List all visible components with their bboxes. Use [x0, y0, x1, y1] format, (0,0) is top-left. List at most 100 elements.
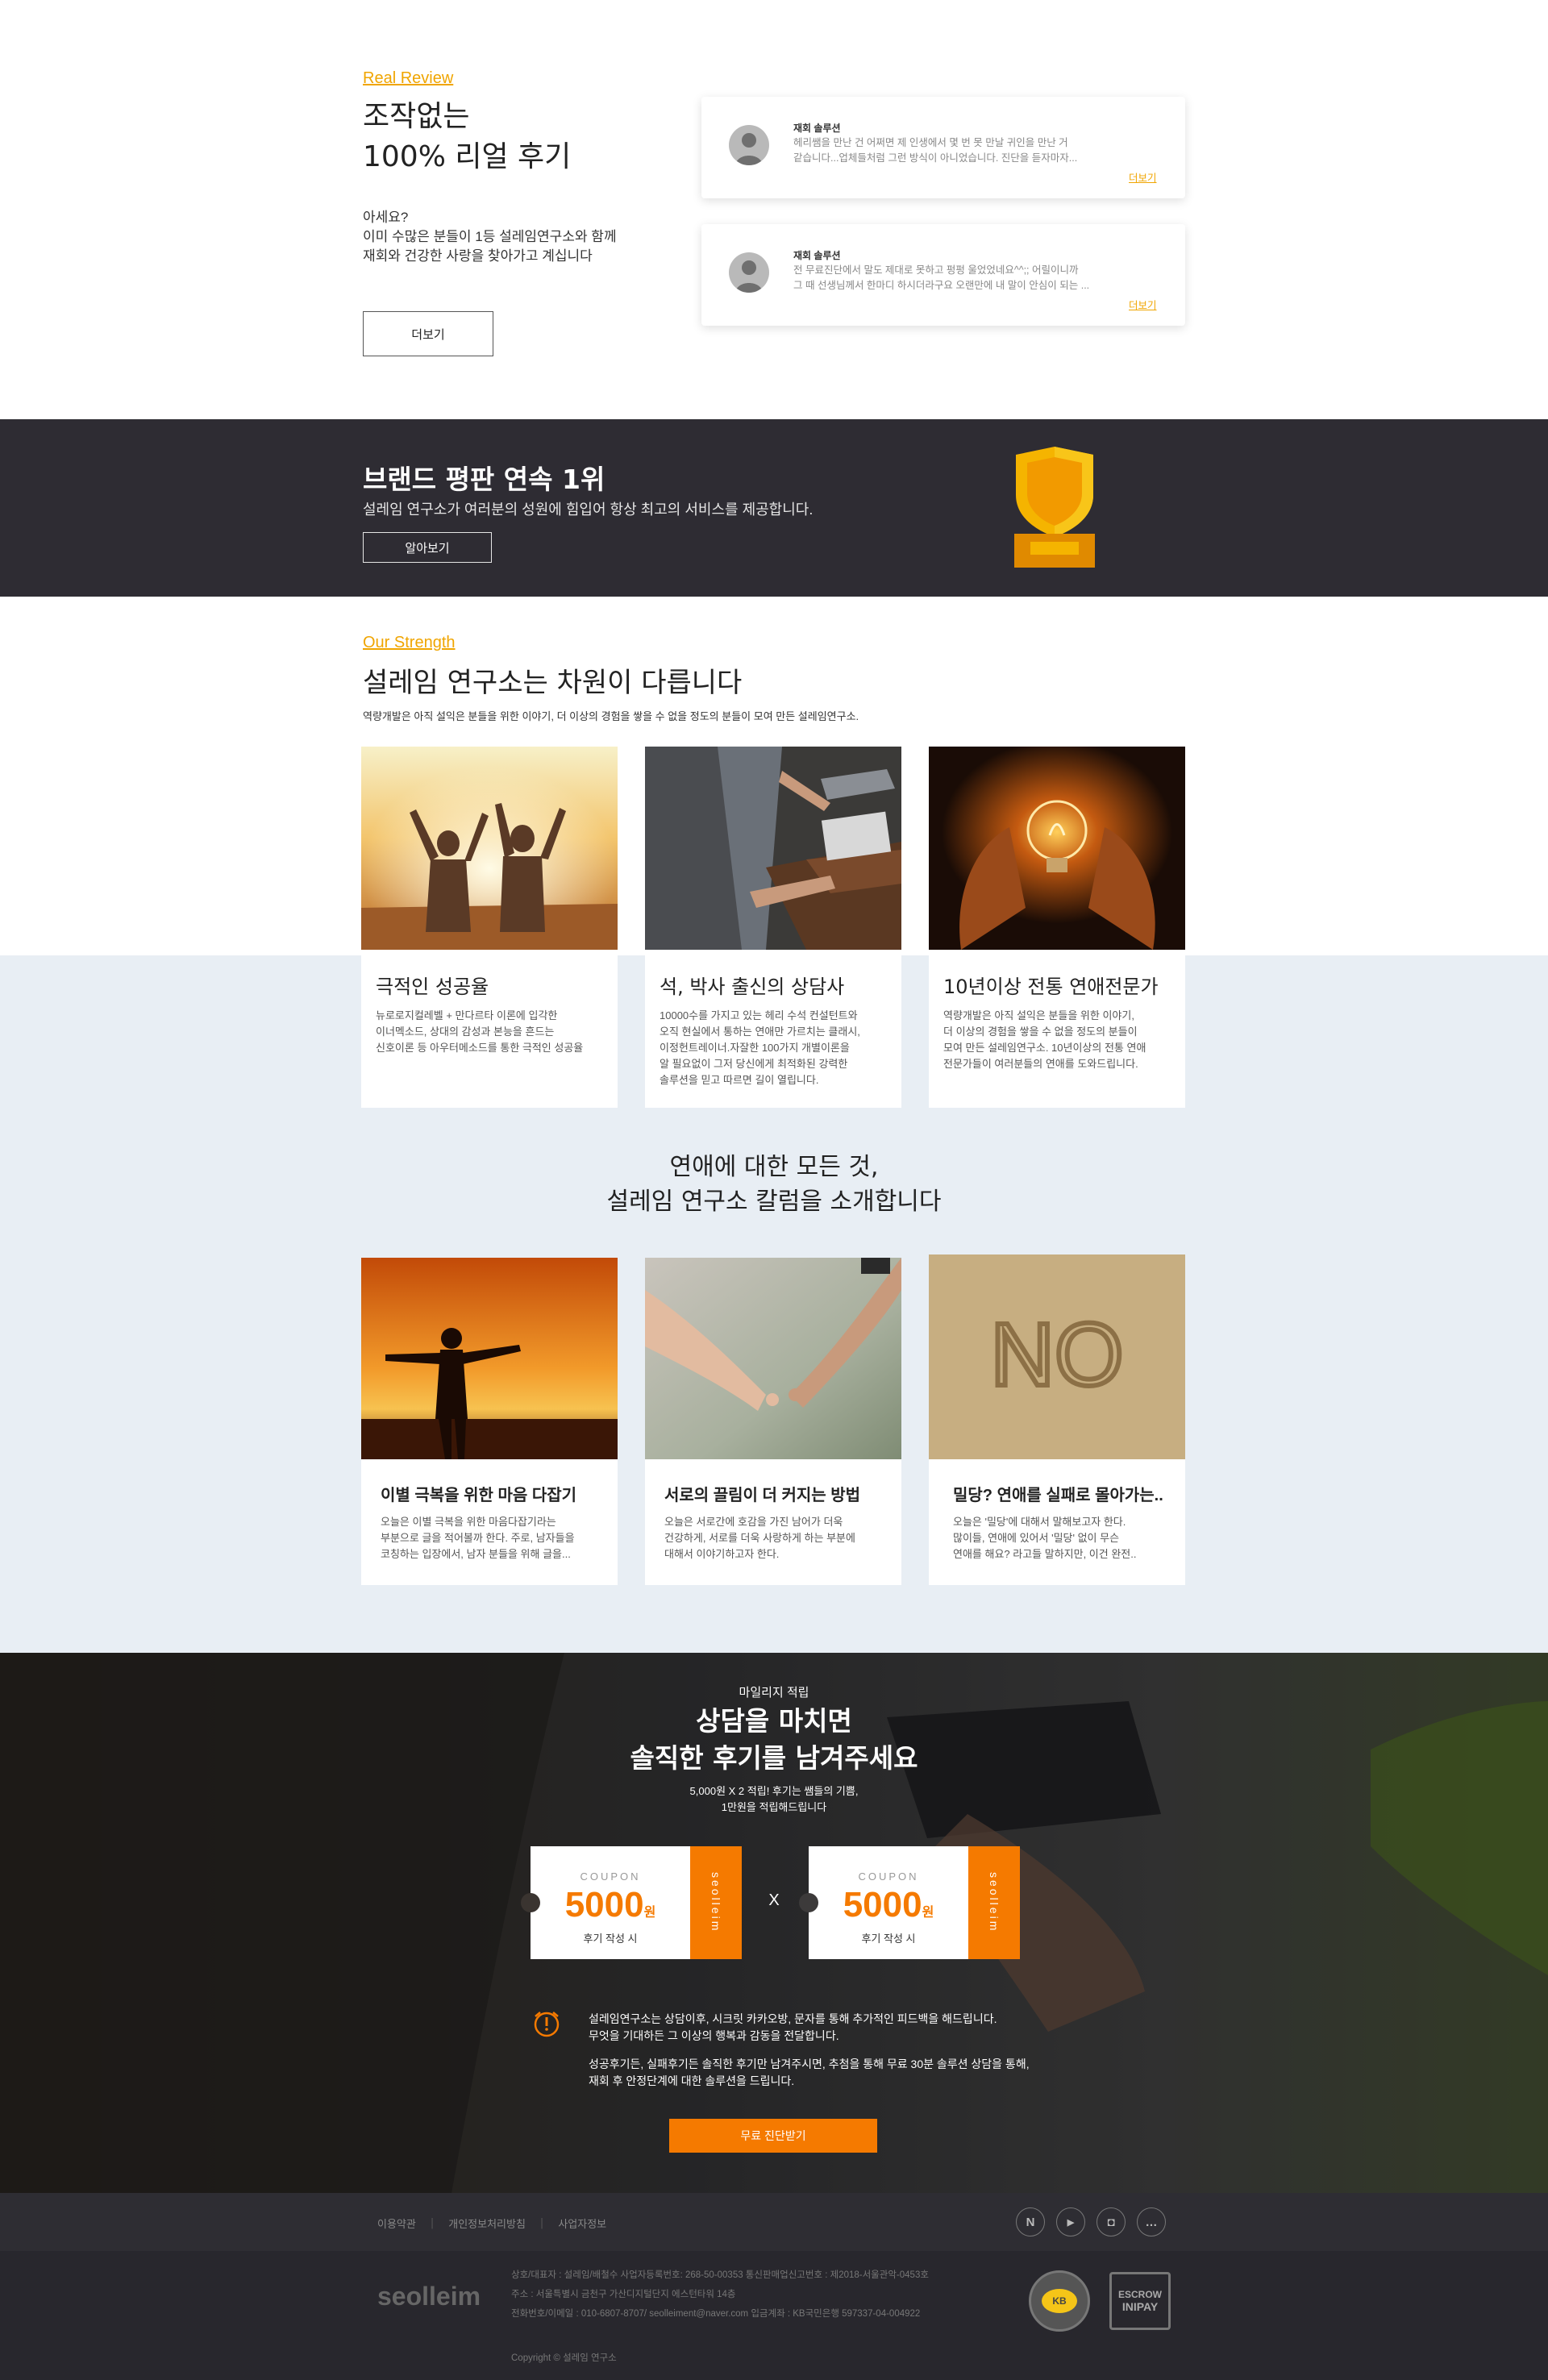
- card-text-line: 이너멕소드, 상대의 감성과 본능을 흔드는: [376, 1026, 555, 1038]
- card-image-consultation: [645, 747, 901, 950]
- coupon-description: 5,000원 X 2 적립! 후기는 쌤들의 기쁨, 1만원을 적립해드립니다: [0, 1783, 1548, 1816]
- review-text-line: 그 때 선생님께서 한마디 하시더라구요 오랜만에 내 말이 안심이 되는 ..…: [793, 280, 1090, 291]
- coupon-eyebrow: 마일리지 적립: [739, 1686, 809, 1700]
- kb-escrow-badge: KB: [1029, 2270, 1090, 2332]
- review-text-line: 전 무료진단에서 말도 제대로 못하고 펑펑 울었었네요^^;; 어릴이니까: [793, 264, 1079, 276]
- banner-subtitle: 설레임 연구소가 여러분의 성원에 힘입어 항상 최고의 서비스를 제공합니다.: [363, 501, 814, 518]
- kakao-talk-icon[interactable]: …: [1137, 2207, 1166, 2236]
- instagram-icon[interactable]: ◘: [1096, 2207, 1126, 2236]
- column-title-line2: 설레임 연구소 칼럼을 소개합니다: [606, 1188, 942, 1216]
- sand-no-text: NO: [991, 1305, 1124, 1404]
- column-card-text: 오늘은 서로간에 호감을 가진 남어가 더욱 건강하게, 서로를 더욱 사랑하게…: [664, 1514, 855, 1562]
- company-info-line: 주소 : 서울특별시 금천구 가산디지털단지 에스턴타워 14층: [511, 2290, 736, 2299]
- footer-top-bar: 이용약관 | 개인정보처리방침 | 사업자정보 N ▶ ◘ …: [0, 2193, 1548, 2251]
- review-text: 전 무료진단에서 말도 제대로 못하고 펑펑 울었었네요^^;; 어릴이니까 그…: [793, 263, 1089, 293]
- notice-text: 설레임연구소는 상담이후, 시크릿 카카오방, 문자를 통해 추가적인 피드백을…: [589, 2011, 1030, 2090]
- column-card-title: 밀당? 연애를 실패로 몰아가는..: [953, 1487, 1163, 1504]
- card-text: 뉴로로지컬레벨 + 만다르타 이론에 입각한 이너멕소드, 상대의 감성과 본능…: [376, 1008, 583, 1056]
- strength-card: 극적인 성공율 뉴로로지컬레벨 + 만다르타 이론에 입각한 이너멕소드, 상대…: [361, 747, 618, 1108]
- column-text-line: 건강하게, 서로를 더욱 사랑하게 하는 부분에: [664, 1532, 855, 1544]
- avatar: [729, 125, 769, 165]
- notice-line: 성공후기든, 실패후기든 솔직한 후기만 남겨주시면, 추첨을 통해 무료 30…: [589, 2058, 1030, 2070]
- coupon-ticket: COUPON 5000원 후기 작성 시 seolleim: [799, 1846, 1020, 1959]
- company-info-line: 상호/대표자 : 설레임/배철수 사업자등록번호: 268-50-00353 통…: [511, 2270, 929, 2280]
- strength-card: 10년이상 전통 연애전문가 역량개발은 아직 설익은 분들을 위한 이야기, …: [929, 747, 1185, 1108]
- column-card[interactable]: 서로의 끌림이 더 커지는 방법 오늘은 서로간에 호감을 가진 남어가 더욱 …: [645, 1258, 901, 1585]
- card-text-line: 10000수를 가지고 있는 헤리 수석 컨설턴트와: [660, 1009, 858, 1021]
- naver-blog-icon[interactable]: N: [1016, 2207, 1045, 2236]
- footer-links: 이용약관 | 개인정보처리방침 | 사업자정보: [377, 2216, 606, 2231]
- review-name: 재회 솔루션: [793, 123, 841, 134]
- inipay-escrow-badge: ESCROW INIPAY: [1109, 2272, 1171, 2330]
- coupon-amount-value: 5000: [564, 1885, 644, 1924]
- card-text-line: 전문가들이 여러분들의 연애를 도와드립니다.: [943, 1058, 1138, 1070]
- column-title-line1: 연애에 대한 모든 것,: [669, 1153, 879, 1181]
- column-title: 연애에 대한 모든 것, 설레임 연구소 칼럼을 소개합니다: [0, 1150, 1548, 1219]
- coupon-desc-line2: 1만원을 적립해드립니다: [721, 1801, 827, 1813]
- coupon-won: 원: [643, 1906, 656, 1920]
- review-desc-line2: 이미 수많은 분들이 1등 설레임연구소와 함께: [363, 229, 617, 244]
- kb-badge-inner: KB: [1042, 2289, 1077, 2313]
- strength-section: Our Strength 설레임 연구소는 차원이 다릅니다 역량개발은 아직 …: [0, 597, 1548, 1653]
- review-name: 재회 솔루션: [793, 250, 841, 261]
- alert-clock-icon: [532, 2009, 561, 2038]
- coupon-stub: seolleim: [690, 1846, 742, 1959]
- review-desc-line3: 재회와 건강한 사랑을 찾아가고 계십니다: [363, 248, 593, 264]
- card-text-line: 뉴로로지컬레벨 + 만다르타 이론에 입각한: [376, 1009, 558, 1021]
- card-text-line: 솔루션을 믿고 따르면 길이 열립니다.: [660, 1074, 819, 1086]
- business-info-link[interactable]: 사업자정보: [558, 2216, 606, 2231]
- free-diagnosis-button[interactable]: 무료 진단받기: [669, 2119, 877, 2153]
- review-title-line2: 100% 리얼 후기: [363, 140, 572, 173]
- review-card[interactable]: 재회 솔루션 헤리쌤을 만난 건 어쩌면 제 인생에서 몇 번 못 만날 귀인을…: [701, 97, 1185, 198]
- review-text-line: 같습니다...업체들처럼 그런 방식이 아니었습니다. 진단을 듣자마자...: [793, 152, 1078, 164]
- footer: 이용약관 | 개인정보처리방침 | 사업자정보 N ▶ ◘ … seolleim…: [0, 2193, 1548, 2380]
- review-text: 헤리쌤을 만난 건 어쩌면 제 인생에서 몇 번 못 만날 귀인을 만난 거 같…: [793, 135, 1077, 166]
- terms-link[interactable]: 이용약관: [377, 2216, 416, 2231]
- coupon-condition: 후기 작성 시: [583, 1933, 638, 1945]
- strength-card: 석, 박사 출신의 상담사 10000수를 가지고 있는 헤리 수석 컨설턴트와…: [645, 747, 901, 1108]
- notice-line: 무엇을 기대하든 그 이상의 행복과 감동을 전달합니다.: [589, 2029, 839, 2042]
- column-text-line: 오늘은 이별 극복을 위한 마음다잡기라는: [381, 1516, 556, 1528]
- column-card-text: 오늘은 '밀당'에 대해서 말해보고자 한다. 많이들, 연애에 있어서 '밀당…: [953, 1514, 1137, 1562]
- column-card[interactable]: 이별 극복을 위한 마음 다잡기 오늘은 이별 극복을 위한 마음다잡기라는 부…: [361, 1258, 618, 1585]
- card-text: 역량개발은 아직 설익은 분들을 위한 이야기, 더 이상의 경험을 쌓을 수 …: [943, 1008, 1146, 1072]
- column-text-line: 많이들, 연애에 있어서 '밀당' 없이 무슨: [953, 1532, 1120, 1544]
- banner-learn-more-button[interactable]: 알아보기: [363, 532, 492, 563]
- column-card-title: 이별 극복을 위한 마음 다잡기: [381, 1487, 577, 1504]
- banner-title: 브랜드 평판 연속 1위: [363, 464, 605, 495]
- card-title: 10년이상 전통 연애전문가: [943, 976, 1159, 998]
- column-text-line: 부분으로 글을 적어볼까 한다. 주로, 남자들을: [381, 1532, 575, 1544]
- trophy-icon: [1014, 447, 1095, 568]
- sns-links: N ▶ ◘ …: [1016, 2207, 1166, 2236]
- review-card-more-link[interactable]: 더보기: [1129, 169, 1157, 185]
- coupon-title: 상담을 마치면 솔직한 후기를 남겨주세요: [0, 1703, 1548, 1777]
- review-title: 조작없는 100% 리얼 후기: [363, 97, 571, 177]
- column-card[interactable]: NO 밀당? 연애를 실패로 몰아가는.. 오늘은 '밀당'에 대해서 말해보고…: [929, 1254, 1185, 1585]
- card-text-line: 역량개발은 아직 설익은 분들을 위한 이야기,: [943, 1009, 1134, 1021]
- coupon-stub: seolleim: [968, 1846, 1020, 1959]
- youtube-icon[interactable]: ▶: [1056, 2207, 1085, 2236]
- notice-line: 재회 후 안정단계에 대한 솔루션을 드립니다.: [589, 2074, 795, 2087]
- card-text-line: 이정헌트레이너.자잘한 100가지 개별이론을: [660, 1042, 850, 1054]
- coupon-section: 마일리지 적립 상담을 마치면 솔직한 후기를 남겨주세요 5,000원 X 2…: [0, 1653, 1548, 2193]
- review-card[interactable]: 재회 솔루션 전 무료진단에서 말도 제대로 못하고 펑펑 울었었네요^^;; …: [701, 224, 1185, 326]
- footer-divider: |: [430, 2217, 435, 2229]
- column-image-sunset: [361, 1258, 618, 1459]
- privacy-policy-link[interactable]: 개인정보처리방침: [448, 2216, 526, 2231]
- card-text-line: 오직 현실에서 통하는 연애만 가르치는 클래시,: [660, 1026, 860, 1038]
- coupon-condition: 후기 작성 시: [861, 1933, 916, 1945]
- review-card-more-link[interactable]: 더보기: [1129, 297, 1157, 312]
- brand-banner: 브랜드 평판 연속 1위 설레임 연구소가 여러분의 성원에 힘입어 항상 최고…: [0, 419, 1548, 597]
- coupon-amount: 5000원: [531, 1885, 690, 1925]
- card-text: 10000수를 가지고 있는 헤리 수석 컨설턴트와 오직 현실에서 통하는 연…: [660, 1008, 860, 1088]
- card-text-line: 더 이상의 경험을 쌓을 수 없을 정도의 분들이: [943, 1026, 1138, 1038]
- card-title: 극적인 성공율: [376, 976, 489, 998]
- column-text-line: 오늘은 서로간에 호감을 가진 남어가 더욱: [664, 1516, 843, 1528]
- coupon-label: COUPON: [580, 1870, 641, 1883]
- column-image-sand-no: NO: [929, 1254, 1185, 1459]
- card-text-line: 신호이론 등 아우터메소드를 통한 극적인 성공율: [376, 1042, 584, 1054]
- column-card-title: 서로의 끌림이 더 커지는 방법: [664, 1487, 861, 1504]
- review-more-button[interactable]: 더보기: [363, 311, 493, 356]
- card-title: 석, 박사 출신의 상담사: [660, 976, 845, 998]
- coupon-amount-value: 5000: [843, 1885, 922, 1924]
